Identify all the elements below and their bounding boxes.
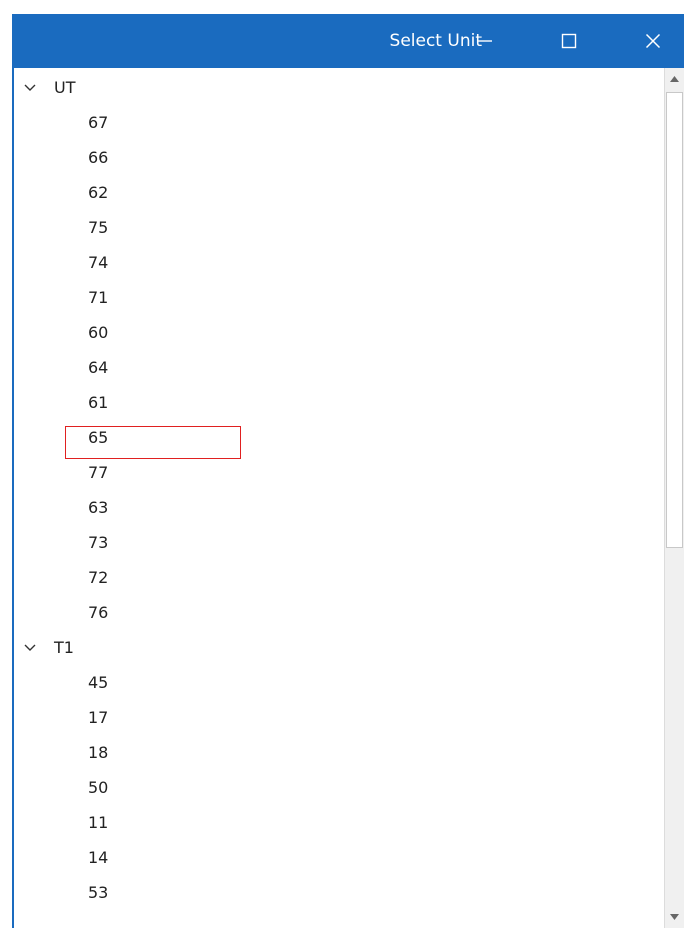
tree-item-label: 64: [88, 358, 109, 377]
maximize-button[interactable]: [534, 14, 604, 68]
tree-item-label: 76: [88, 603, 109, 622]
tree-item[interactable]: 73: [14, 525, 664, 560]
tree-item[interactable]: 63: [14, 490, 664, 525]
tree-item[interactable]: 77: [14, 455, 664, 490]
tree-item-label: 45: [88, 673, 109, 692]
tree-item[interactable]: 76: [14, 595, 664, 630]
maximize-icon: [561, 33, 577, 49]
scroll-thumb[interactable]: [666, 92, 683, 548]
unit-tree[interactable]: UT 67 66 62 75 74 71 60 64 61 65 77 63 7…: [14, 68, 664, 928]
tree-item-label: 14: [88, 848, 109, 867]
tree-item[interactable]: 60: [14, 315, 664, 350]
tree-item[interactable]: 18: [14, 735, 664, 770]
tree-item[interactable]: 11: [14, 805, 664, 840]
scroll-down-button[interactable]: [665, 906, 684, 928]
tree-item-label: 67: [88, 113, 109, 132]
title-bar[interactable]: Select Unit: [12, 14, 684, 68]
vertical-scrollbar[interactable]: [664, 68, 684, 928]
tree-item-label: 18: [88, 743, 109, 762]
close-icon: [645, 33, 661, 49]
tree-item-label: 65: [88, 428, 109, 447]
tree-item-label: 77: [88, 463, 109, 482]
scroll-up-button[interactable]: [665, 68, 684, 90]
caret-down-icon: [670, 914, 679, 920]
tree-item-label: 74: [88, 253, 109, 272]
tree-item-label: 62: [88, 183, 109, 202]
tree-item[interactable]: 71: [14, 280, 664, 315]
tree-item-label: 75: [88, 218, 109, 237]
tree-item-label: 17: [88, 708, 109, 727]
tree-item[interactable]: 50: [14, 770, 664, 805]
window-title: Select Unit: [389, 31, 482, 51]
tree-item-label: 50: [88, 778, 109, 797]
minimize-button[interactable]: [450, 14, 520, 68]
close-button[interactable]: [618, 14, 684, 68]
tree-item[interactable]: 64: [14, 350, 664, 385]
tree-item[interactable]: 66: [14, 140, 664, 175]
tree-item-label: 11: [88, 813, 109, 832]
tree-item-label: 63: [88, 498, 109, 517]
tree-item[interactable]: 72: [14, 560, 664, 595]
tree-item-label: 72: [88, 568, 109, 587]
tree-item[interactable]: 45: [14, 665, 664, 700]
tree-group-label: T1: [54, 638, 74, 657]
tree-group-ut[interactable]: UT: [14, 70, 664, 105]
tree-group-label: UT: [54, 78, 76, 97]
select-unit-window: Select Unit UT 67 66 62 75 74 71 60 64 6…: [0, 0, 684, 928]
tree-group-t1[interactable]: T1: [14, 630, 664, 665]
top-strip: [0, 0, 684, 14]
chevron-down-icon[interactable]: [24, 630, 38, 665]
caret-up-icon: [670, 76, 679, 82]
tree-item-label: 61: [88, 393, 109, 412]
minimize-icon: [478, 40, 492, 42]
tree-item[interactable]: 61: [14, 385, 664, 420]
tree-item[interactable]: 53: [14, 875, 664, 910]
tree-item-label: 71: [88, 288, 109, 307]
tree-item[interactable]: 17: [14, 700, 664, 735]
tree-item[interactable]: 67: [14, 105, 664, 140]
tree-item[interactable]: 75: [14, 210, 664, 245]
tree-item-label: 66: [88, 148, 109, 167]
tree-item-label: 53: [88, 883, 109, 902]
tree-item-highlighted[interactable]: 65: [14, 420, 664, 455]
tree-item-label: 60: [88, 323, 109, 342]
tree-item-label: 73: [88, 533, 109, 552]
tree-item[interactable]: 14: [14, 840, 664, 875]
tree-item[interactable]: 62: [14, 175, 664, 210]
chevron-down-icon[interactable]: [24, 70, 38, 105]
tree-item[interactable]: 74: [14, 245, 664, 280]
